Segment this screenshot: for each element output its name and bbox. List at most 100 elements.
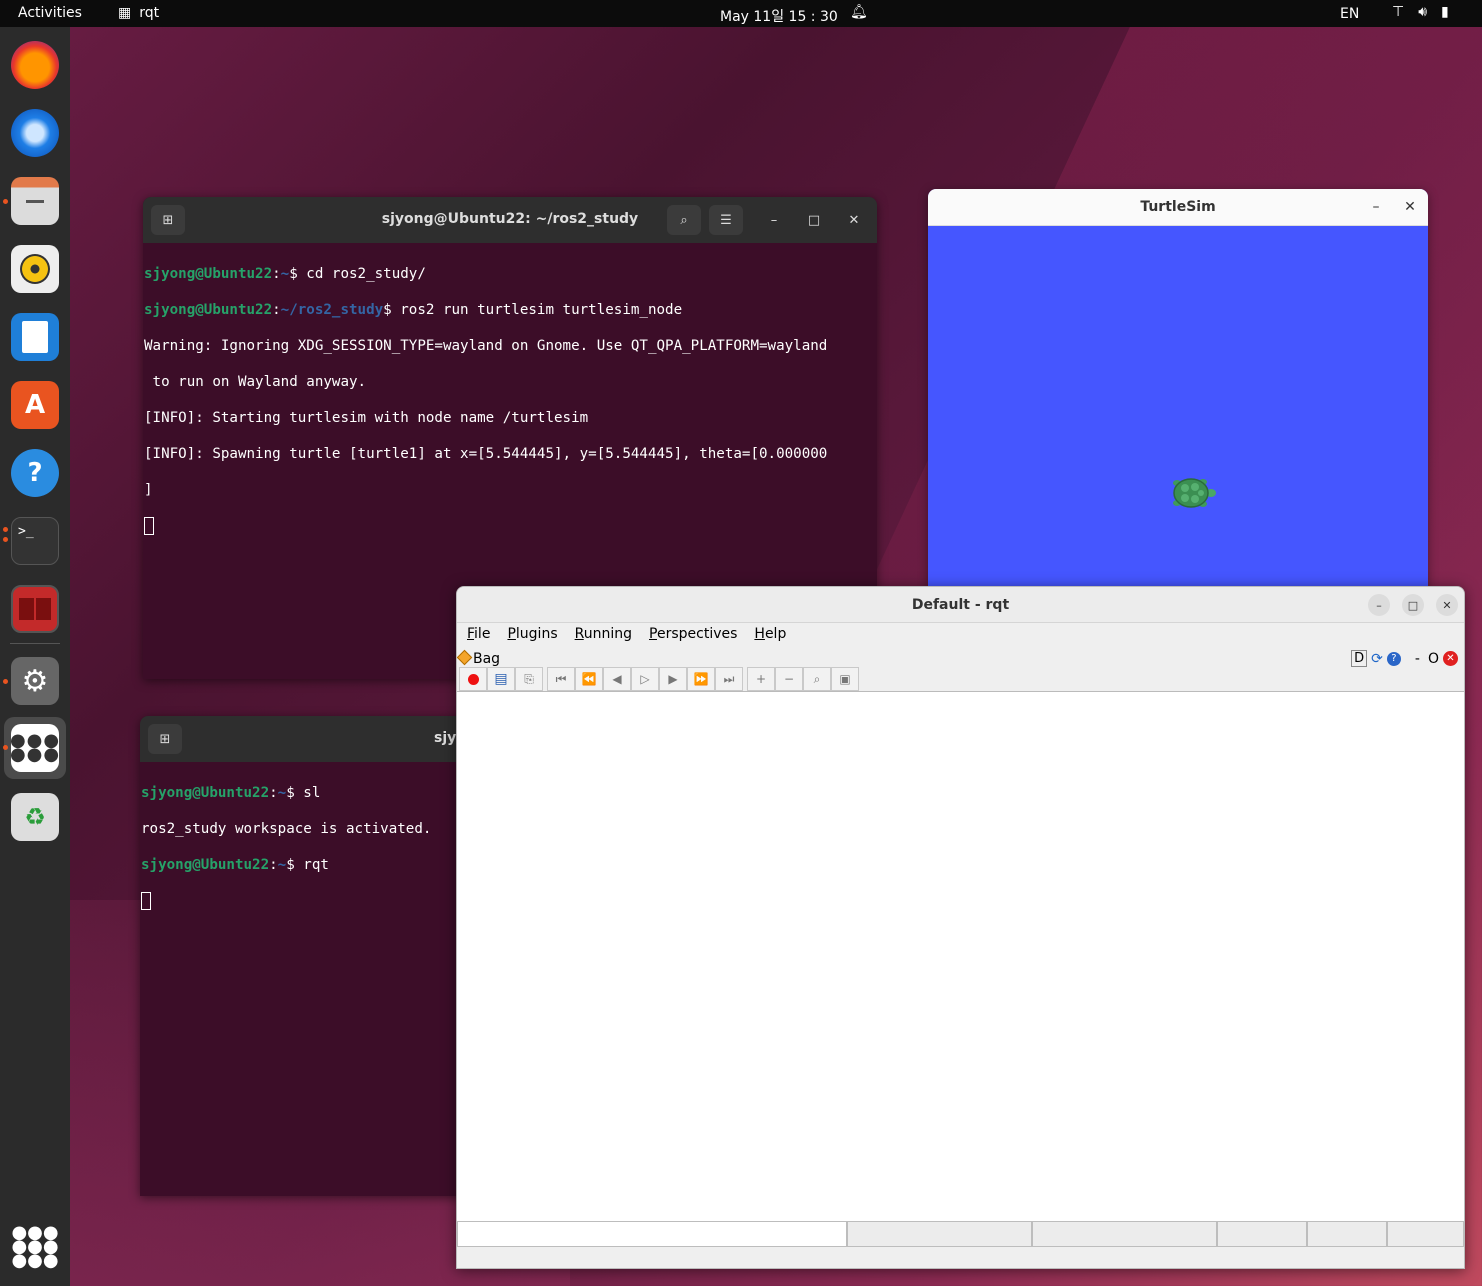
terminal-icon[interactable]: >_: [11, 517, 59, 565]
close-plugin-icon[interactable]: ✕: [1443, 651, 1458, 666]
help-icon[interactable]: ?: [11, 449, 59, 497]
terminal-output[interactable]: sjyong@Ubuntu22:~$ sl ros2_study workspa…: [141, 766, 460, 946]
turtlesim-titlebar[interactable]: TurtleSim – ✕: [928, 189, 1428, 226]
files-icon[interactable]: [11, 177, 59, 225]
minimize-icon[interactable]: –: [1368, 594, 1390, 616]
dock-separator: [10, 643, 60, 644]
terminal-line: [INFO]: Starting turtlesim with node nam…: [144, 410, 589, 426]
fast-forward-icon[interactable]: ⏩: [687, 667, 715, 691]
terminal-output[interactable]: sjyong@Ubuntu22:~$ cd ros2_study/ sjyong…: [144, 247, 867, 571]
system-tray[interactable]: ⊤ 🔊︎ ▮: [1392, 4, 1449, 20]
activities-button[interactable]: Activities: [18, 5, 82, 21]
running-indicator: [3, 199, 8, 204]
running-indicator: [3, 527, 8, 532]
rqt-title: Default - rqt: [911, 597, 1010, 613]
menu-running[interactable]: Running: [565, 623, 639, 647]
step-forward-icon[interactable]: ▶: [659, 667, 687, 691]
language-indicator[interactable]: EN: [1340, 6, 1359, 22]
open-bag-icon[interactable]: ▤: [487, 667, 515, 691]
terminal-line: sjyong@Ubuntu22:~$ sl: [141, 785, 321, 801]
terminal-line: sjyong@Ubuntu22:~$ cd ros2_study/: [144, 266, 426, 282]
network-icon: ⊤: [1392, 4, 1405, 20]
rhythmbox-icon[interactable]: [11, 245, 59, 293]
clock[interactable]: May 11일 15 : 30: [720, 6, 838, 26]
minimize-icon[interactable]: –: [1366, 197, 1386, 217]
running-indicator: [3, 537, 8, 542]
minimize-plugin-button[interactable]: -: [1415, 651, 1420, 667]
top-bar: Activities ▦ rqt May 11일 15 : 30 🔔︎ EN ⊤…: [0, 0, 1482, 27]
plugin-controls: D ⟳ ? - O ✕: [1351, 650, 1458, 667]
status-field: [457, 1221, 847, 1247]
app-menu-label: rqt: [139, 5, 160, 21]
running-indicator: [3, 679, 8, 684]
zoom-out-icon[interactable]: −: [775, 667, 803, 691]
turtle-icon: [1173, 478, 1216, 508]
trash-icon[interactable]: ♻: [11, 793, 59, 841]
thumbnail-icon[interactable]: ▣: [831, 667, 859, 691]
terminal-line: sjyong@Ubuntu22:~/ros2_study$ ros2 run t…: [144, 302, 683, 318]
menu-bar: File Plugins Running Perspectives Help: [457, 623, 1464, 647]
writer-icon[interactable]: [11, 313, 59, 361]
thunderbird-icon[interactable]: [11, 109, 59, 157]
dock-button[interactable]: D: [1351, 650, 1368, 667]
volume-icon: 🔊︎: [1418, 4, 1428, 20]
rqt-window[interactable]: Default - rqt – □ ✕ File Plugins Running…: [456, 586, 1465, 1269]
battery-icon: ▮: [1441, 4, 1449, 20]
zoom-in-icon[interactable]: +: [747, 667, 775, 691]
terminal-cursor: [144, 517, 154, 535]
running-indicator: [3, 745, 8, 750]
close-icon[interactable]: ✕: [844, 210, 864, 230]
play-reverse-icon[interactable]: ◀: [603, 667, 631, 691]
plugin-titlebar: Bag D ⟳ ? - O ✕: [457, 649, 1464, 669]
menu-plugins[interactable]: Plugins: [497, 623, 564, 647]
close-icon[interactable]: ✕: [1436, 594, 1458, 616]
help-icon[interactable]: ?: [1386, 651, 1401, 666]
status-bar: [457, 1221, 1464, 1247]
show-apps-icon[interactable]: ●●● ●●● ●●●: [11, 1223, 59, 1271]
save-icon[interactable]: ⎘: [515, 667, 543, 691]
record-icon[interactable]: [459, 667, 487, 691]
terminal-titlebar[interactable]: ⊞ sjy: [140, 716, 470, 762]
terminal-line: [INFO]: Spawning turtle [turtle1] at x=[…: [144, 446, 828, 462]
minimize-icon[interactable]: –: [764, 210, 784, 230]
settings-icon[interactable]: ⚙: [11, 657, 59, 705]
terminal-line: ros2_study workspace is activated.: [141, 821, 432, 837]
menu-perspectives[interactable]: Perspectives: [639, 623, 744, 647]
app-menu[interactable]: ▦ rqt: [118, 5, 159, 21]
turtlesim-title: TurtleSim: [1140, 199, 1216, 215]
menu-file[interactable]: File: [457, 623, 497, 647]
search-icon[interactable]: ⌕: [667, 205, 701, 235]
rqt-app-icon[interactable]: ●●● ●●●: [10, 724, 59, 772]
bag-toolbar: ▤ ⎘ ⏮ ⏪ ◀ ▷ ▶ ⏩ ⏭ + − ⌕ ▣: [459, 667, 859, 691]
terminal-window-2[interactable]: ⊞ sjy sjyong@Ubuntu22:~$ sl ros2_study w…: [140, 716, 470, 1196]
terminal-line: Warning: Ignoring XDG_SESSION_TYPE=wayla…: [144, 338, 828, 354]
plugin-label: Bag: [473, 651, 501, 667]
bell-icon: 🔔︎: [850, 4, 868, 20]
turtlesim-window[interactable]: TurtleSim – ✕: [928, 189, 1428, 589]
reload-icon[interactable]: ⟳: [1371, 651, 1383, 667]
terminal-line: ]: [144, 482, 153, 498]
menu-icon[interactable]: ☰: [709, 205, 743, 235]
begin-icon[interactable]: ⏮: [547, 667, 575, 691]
new-tab-icon[interactable]: ⊞: [148, 724, 182, 754]
zoom-reset-icon[interactable]: ⌕: [803, 667, 831, 691]
software-icon[interactable]: A: [11, 381, 59, 429]
rewind-icon[interactable]: ⏪: [575, 667, 603, 691]
status-field: [1032, 1221, 1217, 1247]
terminal-title: sjy: [434, 730, 457, 746]
maximize-icon[interactable]: □: [1402, 594, 1424, 616]
terminator-icon[interactable]: [11, 585, 59, 633]
close-icon[interactable]: ✕: [1400, 197, 1420, 217]
bag-timeline-canvas[interactable]: [457, 691, 1464, 1221]
maximize-icon[interactable]: □: [804, 210, 824, 230]
rqt-titlebar[interactable]: Default - rqt – □ ✕: [457, 587, 1464, 623]
play-icon[interactable]: ▷: [631, 667, 659, 691]
end-icon[interactable]: ⏭: [715, 667, 743, 691]
firefox-icon[interactable]: [11, 41, 59, 89]
status-field: [1217, 1221, 1307, 1247]
bag-icon: [457, 649, 473, 666]
float-plugin-button[interactable]: O: [1428, 651, 1439, 667]
terminal-cursor: [141, 892, 151, 910]
terminal-titlebar[interactable]: ⊞ sjyong@Ubuntu22: ~/ros2_study ⌕ ☰ – □ …: [143, 197, 877, 243]
menu-help[interactable]: Help: [744, 623, 793, 647]
